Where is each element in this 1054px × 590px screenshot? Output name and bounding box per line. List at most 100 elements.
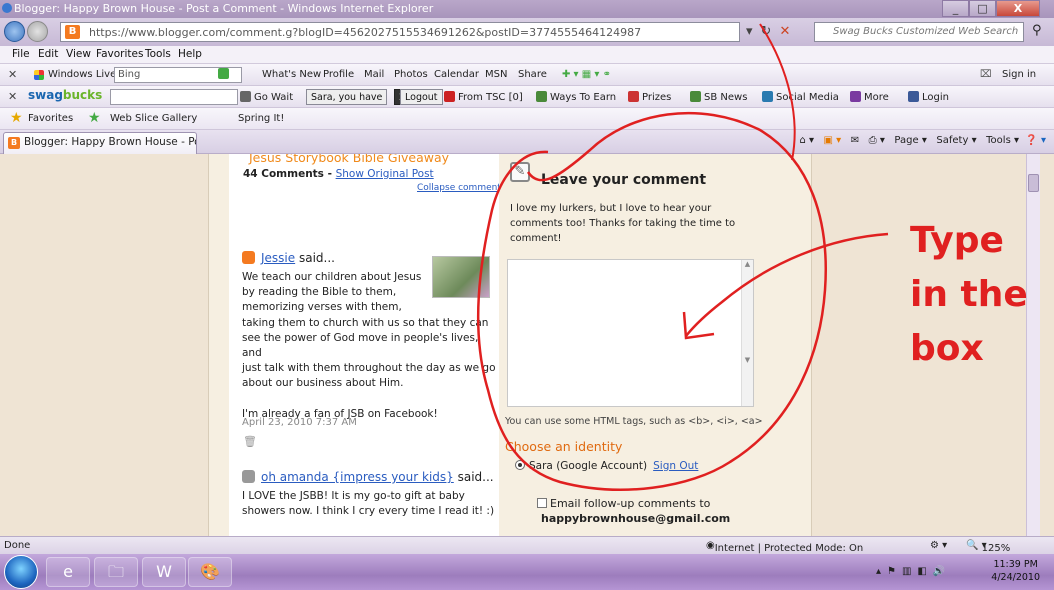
bing-go-icon[interactable] (218, 68, 229, 79)
tab-blogger[interactable]: B Blogger: Happy Brown House - Post a... (3, 132, 197, 154)
menu-edit[interactable]: Edit (38, 48, 58, 60)
swag-from-tsc[interactable]: From TSC [0] (444, 91, 523, 103)
live-whats-new[interactable]: What's New (262, 69, 321, 80)
add-favorite-icon[interactable]: ★ (88, 110, 101, 126)
start-button[interactable] (4, 555, 38, 589)
sign-out-link[interactable]: Sign Out (653, 460, 698, 472)
swag-social-media[interactable]: Social Media (762, 91, 839, 103)
swag-prizes[interactable]: Prizes (628, 91, 671, 103)
default-profile-icon (242, 470, 255, 483)
live-calendar[interactable]: Calendar (434, 69, 479, 80)
toolbar-options-icon[interactable]: ⌧ (980, 69, 992, 80)
live-profile[interactable]: Profile (323, 69, 354, 80)
said-label: said... (457, 470, 494, 484)
comment-author-link[interactable]: Jessie (261, 251, 295, 265)
textarea-scrollbar[interactable]: ▲ ▼ (741, 260, 753, 406)
read-mail-icon[interactable]: ✉ (851, 135, 859, 146)
tools-menu[interactable]: Tools ▾ (986, 135, 1019, 146)
close-toolbar-icon[interactable]: ✕ (8, 90, 17, 103)
email-followup-checkbox[interactable] (537, 498, 547, 508)
swagbucks-go[interactable]: Go Wait (240, 91, 293, 103)
safety-menu-label: Safety (936, 135, 969, 146)
radio-selected[interactable] (515, 460, 525, 470)
annotation-text: Type in the box (910, 214, 1028, 376)
swag-sb-news[interactable]: SB News (690, 91, 747, 103)
live-mail[interactable]: Mail (364, 69, 384, 80)
status-text: Done (4, 540, 31, 551)
email-address: happybrownhouse@gmail.com (541, 512, 731, 525)
post-title[interactable]: Jesus Storybook Bible Giveaway (249, 154, 449, 165)
compat-view-icon[interactable]: ▾ (746, 24, 761, 39)
comments-column: Jesus Storybook Bible Giveaway 44 Commen… (229, 154, 499, 536)
annotation-line: in the (910, 274, 1028, 315)
command-bar: ⌂ ▾ ▣ ▾ ✉ ⎙ ▾ Page ▾ Safety ▾ Tools ▾ ❓ … (799, 135, 1046, 146)
windows-live-label[interactable]: Windows Live (48, 69, 116, 80)
windows-taskbar: e 🗀 W 🎨 ▴⚑▥◧🔊 11:39 PM 4/24/2010 (0, 554, 1054, 590)
feeds-icon[interactable]: ▣ ▾ (824, 135, 842, 146)
identity-option-google[interactable]: Sara (Google Account) Sign Out (515, 460, 698, 472)
blogger-tab-icon: B (8, 137, 20, 149)
fav-web-slice-gallery[interactable]: Web Slice Gallery (110, 113, 197, 124)
maximize-button[interactable]: □ (969, 0, 996, 17)
clock[interactable]: 11:39 PM 4/24/2010 (991, 558, 1040, 584)
search-icon[interactable]: ⚲ (1032, 23, 1042, 38)
forward-button[interactable] (27, 21, 48, 42)
menu-favorites[interactable]: Favorites (96, 48, 143, 60)
explorer-taskbar-icon[interactable]: 🗀 (94, 557, 138, 587)
tools-menu-label: Tools (986, 135, 1011, 146)
zoom-control[interactable]: 🔍 125% ▾ (966, 540, 1010, 554)
favorites-star-icon[interactable]: ★ (10, 110, 23, 126)
safety-menu[interactable]: Safety ▾ (936, 135, 976, 146)
help-icon[interactable]: ❓ ▾ (1025, 135, 1046, 146)
swag-more[interactable]: More (850, 91, 889, 103)
print-icon[interactable]: ⎙ ▾ (869, 135, 885, 146)
system-tray-icons[interactable]: ▴⚑▥◧🔊 (876, 566, 951, 577)
toolbar-tools-icon[interactable]: ✚ ▾ ▦ ▾ ⚭ (562, 69, 611, 80)
search-placeholder: Swag Bucks Customized Web Search (833, 26, 1019, 37)
comment-line: memorizing verses with them, (242, 301, 402, 314)
comment-author-link[interactable]: oh amanda {impress your kids} (261, 470, 454, 484)
facebook-icon (908, 91, 919, 102)
email-followup-row[interactable]: Email follow-up comments to (537, 496, 730, 511)
close-toolbar-icon[interactable]: ✕ (8, 68, 17, 81)
ie-taskbar-icon[interactable]: e (46, 557, 90, 587)
live-share[interactable]: Share (518, 69, 547, 80)
menu-view[interactable]: View (66, 48, 91, 60)
minimize-button[interactable]: _ (942, 0, 969, 17)
live-photos[interactable]: Photos (394, 69, 428, 80)
stop-icon[interactable]: ✕ (779, 24, 798, 39)
scrollbar-thumb[interactable] (1028, 174, 1039, 192)
close-button[interactable]: X (996, 0, 1040, 17)
menu-file[interactable]: File (12, 48, 30, 60)
swagbucks-search-input[interactable] (110, 89, 238, 105)
logout-button[interactable]: Logout (400, 89, 443, 105)
show-original-post-link[interactable]: Show Original Post (336, 168, 434, 180)
back-button[interactable] (4, 21, 25, 42)
paint-taskbar-icon[interactable]: 🎨 (188, 557, 232, 587)
live-msn[interactable]: MSN (485, 69, 507, 80)
bing-search-value: Bing (118, 69, 141, 80)
favorites-button[interactable]: Favorites (28, 113, 73, 124)
swag-ways-to-earn[interactable]: Ways To Earn (536, 91, 616, 103)
protected-mode-icon[interactable]: ⚙ ▾ (930, 540, 947, 551)
home-icon[interactable]: ⌂ ▾ (799, 135, 814, 146)
collapse-comments-link[interactable]: Collapse comments (417, 183, 499, 193)
page-menu[interactable]: Page ▾ (894, 135, 926, 146)
page-scrollbar[interactable] (1026, 154, 1040, 536)
live-sign-in[interactable]: Sign in (1002, 69, 1036, 80)
comment-textarea[interactable]: ▲ ▼ (507, 259, 754, 407)
earn-icon (536, 91, 547, 102)
comment-date[interactable]: April 23, 2010 7:37 AM (242, 417, 357, 428)
menu-tools[interactable]: Tools (145, 48, 171, 60)
word-taskbar-icon[interactable]: W (142, 557, 186, 587)
address-input[interactable]: B https://www.blogger.com/comment.g?blog… (60, 22, 740, 42)
comment-intro: I love my lurkers, but I love to hear yo… (510, 203, 736, 244)
fav-spring-it[interactable]: Spring It! (238, 113, 284, 124)
security-zone[interactable]: ◉ Internet | Protected Mode: On (706, 540, 863, 554)
swagbucks-logo: swagbucks (28, 88, 102, 102)
refresh-icon[interactable]: ↻ (761, 24, 780, 39)
swag-login[interactable]: Login (908, 91, 949, 103)
search-input[interactable]: Swag Bucks Customized Web Search (814, 22, 1024, 42)
menu-help[interactable]: Help (178, 48, 202, 60)
delete-comment-icon[interactable]: 🗑 (243, 435, 257, 448)
